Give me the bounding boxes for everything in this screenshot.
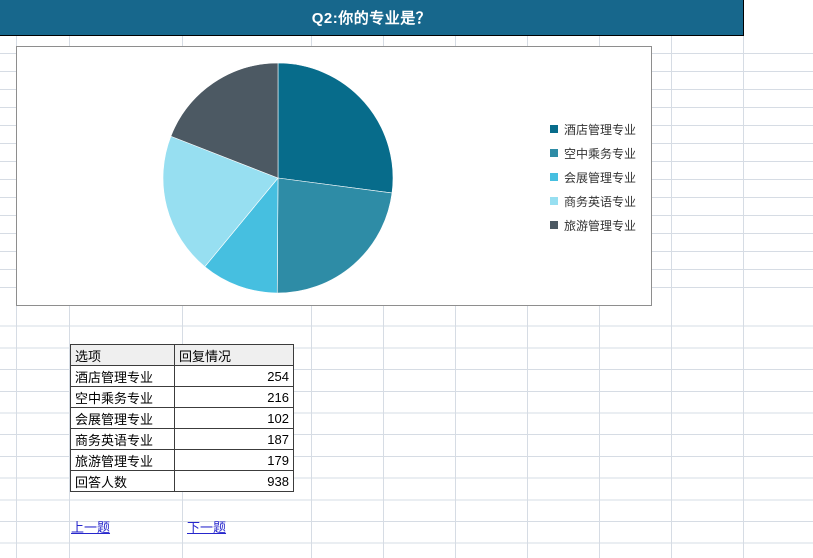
- legend-swatch: [550, 173, 558, 181]
- legend-item: 酒店管理专业: [550, 117, 636, 141]
- option-cell[interactable]: 回答人数: [71, 471, 175, 492]
- table-header-row: 选项 回复情况: [71, 345, 294, 366]
- legend-item: 会展管理专业: [550, 165, 636, 189]
- next-question-link[interactable]: 下一题: [187, 517, 226, 536]
- question-title-bar[interactable]: Q2:你的专业是？: [0, 0, 744, 36]
- legend-label: 空中乘务专业: [564, 145, 636, 162]
- table-row: 会展管理专业102: [71, 408, 294, 429]
- legend-item: 商务英语专业: [550, 189, 636, 213]
- legend-swatch: [550, 197, 558, 205]
- chart-legend: 酒店管理专业空中乘务专业会展管理专业商务英语专业旅游管理专业: [550, 117, 636, 237]
- results-table: 选项 回复情况 酒店管理专业254空中乘务专业216会展管理专业102商务英语专…: [70, 344, 294, 492]
- count-cell[interactable]: 938: [175, 471, 294, 492]
- pie-slice-0: 酒店管理专业: 254: [278, 63, 393, 193]
- prev-question-link[interactable]: 上一题: [71, 517, 110, 536]
- pie-slice-1: 空中乘务专业: 216: [277, 178, 392, 293]
- option-cell[interactable]: 会展管理专业: [71, 408, 175, 429]
- count-cell[interactable]: 216: [175, 387, 294, 408]
- legend-item: 空中乘务专业: [550, 141, 636, 165]
- header-cell-option[interactable]: 选项: [71, 345, 175, 366]
- table-row: 回答人数938: [71, 471, 294, 492]
- legend-label: 酒店管理专业: [564, 121, 636, 138]
- legend-label: 商务英语专业: [564, 193, 636, 210]
- legend-label: 旅游管理专业: [564, 217, 636, 234]
- count-cell[interactable]: 179: [175, 450, 294, 471]
- option-cell[interactable]: 旅游管理专业: [71, 450, 175, 471]
- option-cell[interactable]: 空中乘务专业: [71, 387, 175, 408]
- table-row: 商务英语专业187: [71, 429, 294, 450]
- option-cell[interactable]: 商务英语专业: [71, 429, 175, 450]
- pie-chart-object[interactable]: 酒店管理专业: 254空中乘务专业: 216会展管理专业: 102商务英语专业:…: [16, 46, 652, 306]
- count-cell[interactable]: 187: [175, 429, 294, 450]
- legend-swatch: [550, 125, 558, 133]
- question-title: Q2:你的专业是？: [312, 7, 432, 28]
- table-row: 酒店管理专业254: [71, 366, 294, 387]
- count-cell[interactable]: 102: [175, 408, 294, 429]
- header-cell-count[interactable]: 回复情况: [175, 345, 294, 366]
- table-row: 旅游管理专业179: [71, 450, 294, 471]
- count-cell[interactable]: 254: [175, 366, 294, 387]
- legend-label: 会展管理专业: [564, 169, 636, 186]
- spreadsheet-page: Q2:你的专业是？ 酒店管理专业: 254空中乘务专业: 216会展管理专业: …: [0, 0, 813, 558]
- legend-swatch: [550, 221, 558, 229]
- legend-swatch: [550, 149, 558, 157]
- legend-item: 旅游管理专业: [550, 213, 636, 237]
- option-cell[interactable]: 酒店管理专业: [71, 366, 175, 387]
- table-row: 空中乘务专业216: [71, 387, 294, 408]
